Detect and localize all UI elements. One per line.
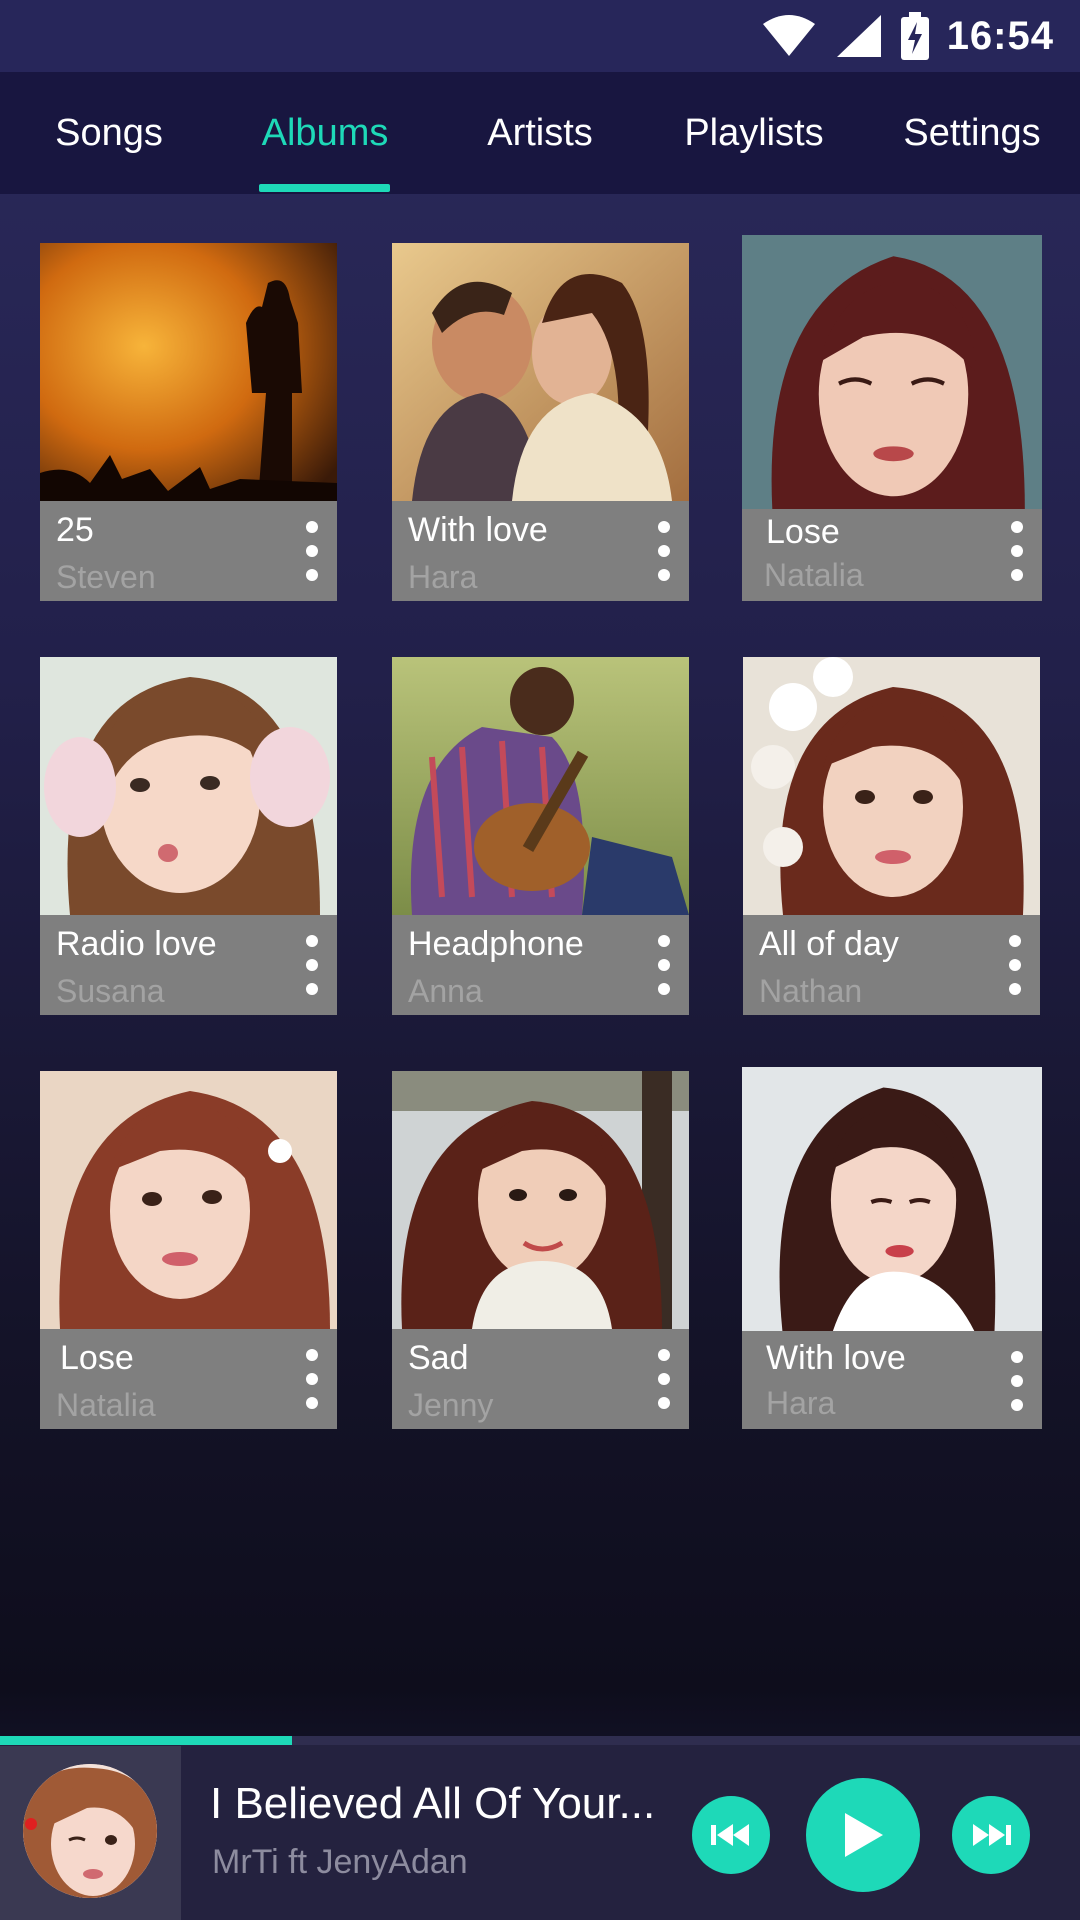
album-title: Headphone: [408, 925, 584, 963]
album-info: Sad Jenny: [392, 1329, 689, 1429]
album-info: Headphone Anna: [392, 915, 689, 1015]
status-time: 16:54: [946, 13, 1054, 58]
album-title: Lose: [766, 513, 840, 551]
album-artist: Steven: [56, 559, 156, 595]
previous-icon: [711, 1824, 749, 1846]
cell-signal-icon: [836, 15, 881, 57]
playback-progress-fill: [0, 1736, 292, 1745]
album-title: Radio love: [56, 925, 217, 963]
album-art: [392, 243, 689, 501]
album-artist: Susana: [56, 973, 165, 1009]
album-card[interactable]: With love Hara: [742, 1067, 1042, 1429]
album-artist: Natalia: [56, 1387, 156, 1423]
album-card[interactable]: Headphone Anna: [392, 657, 689, 1015]
album-artist: Jenny: [408, 1387, 494, 1423]
album-art: [40, 657, 337, 915]
tab-songs[interactable]: Songs: [30, 72, 188, 194]
tab-artists[interactable]: Artists: [460, 72, 620, 194]
next-button[interactable]: [952, 1796, 1030, 1874]
now-playing-avatar[interactable]: [23, 1764, 157, 1898]
album-artist: Hara: [766, 1385, 836, 1421]
album-info: 25 Steven: [40, 501, 337, 601]
album-artist: Hara: [408, 559, 478, 595]
album-card[interactable]: 25 Steven: [40, 243, 337, 601]
status-bar: 16:54: [0, 0, 1080, 72]
album-card[interactable]: All of day Nathan: [743, 657, 1040, 1015]
album-info: Lose Natalia: [40, 1329, 337, 1429]
more-options-icon[interactable]: [647, 515, 681, 587]
album-info: With love Hara: [742, 1331, 1042, 1429]
album-art: [40, 1071, 337, 1329]
album-artist: Nathan: [759, 973, 863, 1009]
more-options-icon[interactable]: [998, 929, 1032, 1001]
more-options-icon[interactable]: [1000, 1345, 1034, 1417]
album-art: [40, 243, 337, 501]
battery-charging-icon: [900, 12, 929, 60]
tab-playlists[interactable]: Playlists: [666, 72, 842, 194]
album-title: With love: [408, 511, 548, 549]
album-art: [743, 657, 1040, 915]
album-art: [742, 1067, 1042, 1331]
status-icons: 16:54: [761, 10, 1054, 62]
album-artist: Natalia: [764, 557, 864, 593]
album-card[interactable]: Radio love Susana: [40, 657, 337, 1015]
tab-bar: Songs Albums Artists Playlists Settings: [0, 72, 1080, 194]
more-options-icon[interactable]: [1000, 515, 1034, 587]
wifi-icon: [762, 15, 815, 56]
album-card[interactable]: Sad Jenny: [392, 1071, 689, 1429]
album-info: Radio love Susana: [40, 915, 337, 1015]
album-card[interactable]: Lose Natalia: [40, 1071, 337, 1429]
now-playing-artist: MrTi ft JenyAdan: [212, 1843, 468, 1881]
album-info: Lose Natalia: [742, 509, 1042, 601]
album-title: Sad: [408, 1339, 469, 1377]
album-title: 25: [56, 511, 94, 549]
more-options-icon[interactable]: [647, 929, 681, 1001]
active-tab-indicator: [259, 184, 390, 192]
album-art: [392, 657, 689, 915]
album-info: All of day Nathan: [743, 915, 1040, 1015]
album-title: With love: [766, 1339, 906, 1377]
album-artist: Anna: [408, 973, 483, 1009]
previous-button[interactable]: [692, 1796, 770, 1874]
more-options-icon[interactable]: [295, 1343, 329, 1415]
album-title: All of day: [759, 925, 899, 963]
album-card[interactable]: Lose Natalia: [742, 235, 1042, 601]
album-art: [392, 1071, 689, 1329]
next-icon: [973, 1824, 1011, 1846]
more-options-icon[interactable]: [295, 515, 329, 587]
tab-albums[interactable]: Albums: [240, 72, 410, 194]
now-playing-title: I Believed All Of Your...: [210, 1779, 656, 1828]
album-info: With love Hara: [392, 501, 689, 601]
play-icon: [845, 1813, 883, 1857]
album-art: [742, 235, 1042, 509]
more-options-icon[interactable]: [295, 929, 329, 1001]
more-options-icon[interactable]: [647, 1343, 681, 1415]
playback-progress[interactable]: [0, 1736, 1080, 1745]
album-card[interactable]: With love Hara: [392, 243, 689, 601]
album-title: Lose: [60, 1339, 134, 1377]
play-button[interactable]: [806, 1778, 920, 1892]
tab-settings[interactable]: Settings: [880, 72, 1064, 194]
